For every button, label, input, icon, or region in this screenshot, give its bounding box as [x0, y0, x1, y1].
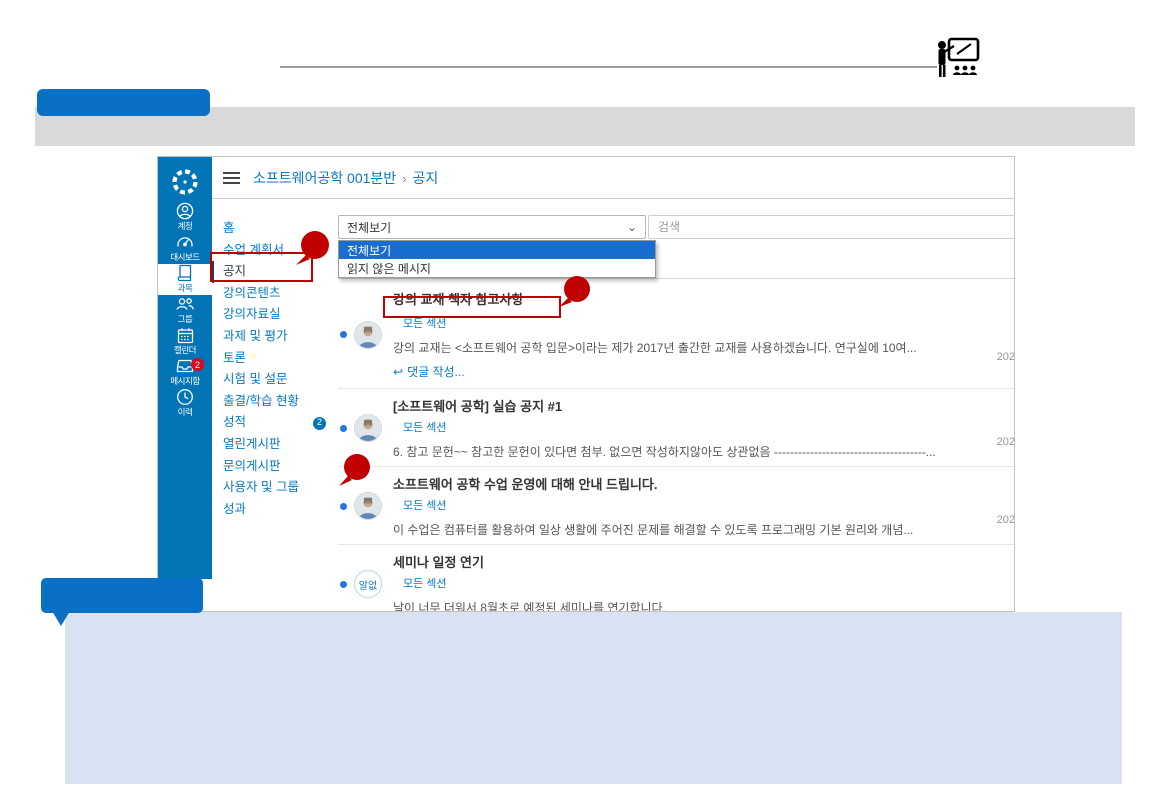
announcement-list: 강의 교재 책자 참고사항 모든 섹션 강의 교재는 <소프트웨어 공학 입문>…	[338, 279, 1015, 612]
course-nav-item-성과[interactable]: 성과	[212, 499, 338, 521]
announcement-title[interactable]: [소프트웨어 공학] 실습 공지 #1	[393, 396, 936, 415]
slide-divider-line	[280, 66, 937, 68]
course-nav-item-열린게시판[interactable]: 열린게시판	[212, 434, 338, 456]
global-nav-calendar[interactable]: 캘린더	[158, 326, 212, 357]
global-nav-dashboard[interactable]: 대시보드	[158, 233, 212, 264]
avatar	[354, 492, 382, 520]
slide-callout-bubble	[41, 578, 203, 613]
unread-dot-icon	[340, 425, 347, 432]
announcement-section: 모든 섹션	[403, 497, 936, 513]
breadcrumb-course-link[interactable]: 소프트웨어공학 001분반	[253, 170, 396, 186]
global-nav-history[interactable]: 이력	[158, 388, 212, 419]
posted-label: 게시일시:	[936, 328, 1015, 345]
posted-label: 게시일시:	[936, 569, 1015, 586]
course-nav-item-토론[interactable]: 토론	[212, 348, 338, 370]
slide-title-tab	[37, 89, 210, 116]
course-nav-item-과제 및 평가[interactable]: 과제 및 평가	[212, 326, 338, 348]
unread-dot-icon	[340, 331, 347, 338]
presenter-at-whiteboard-icon	[933, 37, 981, 85]
announcement-row[interactable]: 알없 세미나 일정 연기 모든 섹션 날이 너무 더워서 8월초로 예정된 세미…	[338, 545, 1015, 612]
course-nav-item-시험 및 설문[interactable]: 시험 및 설문	[212, 369, 338, 391]
canvas-logo-icon[interactable]	[158, 162, 212, 202]
callout-circle-1	[293, 228, 339, 274]
breadcrumb: 소프트웨어공학 001분반 › 공지	[253, 168, 438, 188]
announcement-body-preview: 이 수업은 컴퓨터를 활용하여 일상 생활에 주어진 문제를 해결할 수 있도록…	[393, 521, 936, 538]
course-nav-item-사용자 및 그룹[interactable]: 사용자 및 그룹	[212, 477, 338, 499]
course-nav-item-문의게시판[interactable]: 문의게시판	[212, 456, 338, 478]
annotation-box-title	[383, 296, 561, 318]
calendar-icon	[177, 327, 194, 344]
announcement-filter-select[interactable]: 전체보기 ⌄	[338, 215, 646, 239]
announcement-title[interactable]: 세미나 일정 연기	[393, 552, 936, 571]
posted-label: 게시일시:	[936, 491, 1015, 508]
announcement-body-preview: 6. 참고 문헌~~ 참고한 문헌이 있다면 첨부. 없으면 작성하지않아도 상…	[393, 443, 936, 460]
unread-dot-icon	[340, 581, 347, 588]
announcement-section: 모든 섹션	[403, 575, 936, 591]
breadcrumb-page-link[interactable]: 공지	[413, 170, 439, 186]
posted-date: 2020 11월9일 오후 1:36	[936, 511, 1015, 527]
global-nav-sidebar: 계정 대시보드 과목 그룹 캘린더 2 메시지함 이력	[158, 157, 212, 579]
callout-circle-3	[336, 452, 380, 496]
global-nav-account[interactable]: 계정	[158, 202, 212, 233]
posted-label: 게시일시:	[936, 413, 1015, 430]
course-nav-item-출결/학습 현황[interactable]: 출결/학습 현황	[212, 391, 338, 413]
courses-icon	[177, 264, 193, 282]
course-nav-item-강의콘텐츠[interactable]: 강의콘텐츠	[212, 283, 338, 305]
announcement-section: 모든 섹션	[403, 419, 936, 435]
slide-notes-panel	[65, 612, 1122, 784]
posted-date: 2020 11월9일 오후 1:37	[936, 348, 1015, 364]
account-icon	[176, 202, 194, 220]
filter-option[interactable]: 읽지 않은 메시지	[339, 259, 655, 277]
avatar: 알없	[354, 570, 382, 598]
posted-date: 2020 11월9일 오후 1:36	[936, 433, 1015, 449]
slide-callout-bubble-tail	[52, 611, 72, 627]
filter-selected-value: 전체보기	[347, 219, 391, 236]
announcements-content: 전체보기 ⌄ 전체보기읽지 않은 메시지 외부 피드	[338, 199, 1015, 612]
callout-circle-2	[556, 274, 600, 318]
unread-dot-icon	[340, 503, 347, 510]
nav-unread-badge: 2	[191, 358, 204, 371]
app-header: 소프트웨어공학 001분반 › 공지	[212, 157, 1015, 199]
announcement-title[interactable]: 소프트웨어 공학 수업 운영에 대해 안내 드립니다.	[393, 474, 936, 493]
lms-app-window: 계정 대시보드 과목 그룹 캘린더 2 메시지함 이력	[157, 156, 1015, 612]
hamburger-menu-icon[interactable]	[223, 169, 240, 187]
history-icon	[176, 388, 194, 406]
global-nav-courses[interactable]: 과목	[158, 264, 212, 295]
groups-icon	[175, 296, 195, 312]
person-photo-icon	[355, 492, 381, 520]
person-photo-icon	[355, 414, 381, 442]
announcement-row[interactable]: [소프트웨어 공학] 실습 공지 #1 모든 섹션 6. 참고 문헌~~ 참고한…	[338, 389, 1015, 467]
search-box	[648, 215, 1015, 239]
announcement-body-preview: 강의 교재는 <소프트웨어 공학 입문>이라는 제가 2017년 출간한 교재를…	[393, 339, 936, 356]
global-nav-inbox[interactable]: 2 메시지함	[158, 357, 212, 388]
grades-count-badge: 2	[313, 417, 326, 430]
announcement-body-preview: 날이 너무 더워서 8월초로 예정된 세미나를 연기합니다.	[393, 599, 936, 612]
filter-dropdown-list: 전체보기읽지 않은 메시지	[338, 240, 656, 278]
global-nav-groups[interactable]: 그룹	[158, 295, 212, 326]
avatar	[354, 321, 382, 349]
breadcrumb-separator: ›	[402, 171, 406, 186]
course-nav-item-성적[interactable]: 성적 2	[212, 412, 338, 434]
course-nav-item-강의자료실[interactable]: 강의자료실	[212, 304, 338, 326]
avatar	[354, 414, 382, 442]
chevron-down-icon: ⌄	[627, 222, 637, 232]
announcement-row[interactable]: 소프트웨어 공학 수업 운영에 대해 안내 드립니다. 모든 섹션 이 수업은 …	[338, 467, 1015, 545]
person-photo-icon	[355, 321, 381, 349]
filter-option[interactable]: 전체보기	[339, 241, 655, 259]
reply-arrow-icon: ↩	[393, 365, 403, 379]
search-input[interactable]	[658, 220, 1015, 234]
dashboard-icon	[176, 233, 194, 251]
reply-link[interactable]: ↩댓글 작성...	[393, 363, 936, 380]
